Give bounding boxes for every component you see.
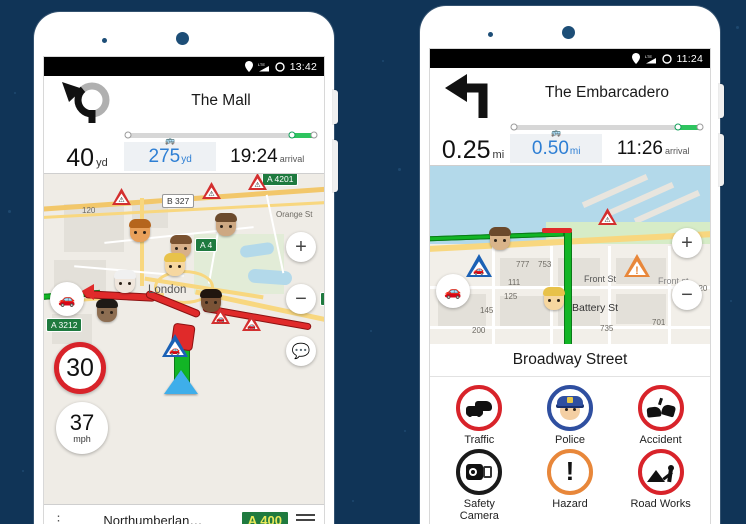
- progress-start-dot: [510, 123, 518, 131]
- screen-right: LTE 11:24 The Embarcadero 0.25 mi 🚌 0.50…: [429, 48, 711, 524]
- report-label-police: Police: [555, 434, 585, 447]
- zoom-in-button[interactable]: +: [672, 228, 702, 258]
- traffic-cars-icon[interactable]: 🚗: [50, 282, 84, 316]
- report-label-accident: Accident: [639, 434, 682, 447]
- road-works-icon: [637, 448, 684, 495]
- proximity-sensor-icon: [488, 32, 493, 37]
- status-bar-right: LTE 11:24: [430, 49, 710, 68]
- traffic-cars-icon: [456, 385, 503, 432]
- traffic-cars-icon[interactable]: 🚗: [436, 274, 470, 308]
- destination-street-left: The Mall: [191, 92, 251, 109]
- report-option-police[interactable]: Police: [525, 385, 616, 447]
- map-canvas-right[interactable]: 777 753 111 125 145 200 735 701 220 Fron…: [430, 166, 710, 345]
- signal-icon: LTE: [645, 54, 657, 64]
- report-option-accident[interactable]: Accident: [615, 385, 706, 447]
- zoom-out-button[interactable]: −: [286, 284, 316, 314]
- screen-left: LTE 13:42 The Mall 40 yd 🚌 275 yd 19:24 …: [43, 56, 325, 524]
- eta-right: 11:26 arrival: [616, 138, 690, 159]
- exclamation-icon: !: [546, 448, 593, 495]
- overflow-dots-icon[interactable]: ⋮: [52, 514, 65, 524]
- route-progress-left: [50, 128, 318, 142]
- status-bar-left: LTE 13:42: [44, 57, 324, 76]
- zoom-in-button[interactable]: +: [286, 232, 316, 262]
- report-option-hazard[interactable]: ! Hazard: [525, 448, 616, 523]
- report-options-grid: Traffic Police Accident Safety Camera ! …: [430, 377, 710, 524]
- proximity-sensor-icon: [102, 38, 107, 43]
- progress-end-dot: [310, 131, 318, 139]
- circle-icon: [661, 53, 672, 64]
- volume-button[interactable]: [333, 140, 338, 192]
- phone-device-left: LTE 13:42 The Mall 40 yd 🚌 275 yd 19:24 …: [34, 12, 338, 524]
- report-label-hazard: Hazard: [552, 497, 588, 510]
- police-officer-icon: [546, 385, 593, 432]
- report-label-road-works: Road Works: [630, 497, 691, 510]
- signal-icon: LTE: [258, 62, 270, 72]
- power-button[interactable]: [333, 90, 338, 124]
- progress-start-dot: [124, 131, 132, 139]
- report-label-safety-camera: Safety Camera: [459, 497, 499, 523]
- report-option-safety-camera[interactable]: Safety Camera: [434, 448, 525, 523]
- power-button[interactable]: [719, 84, 724, 118]
- progress-current-dot: [288, 131, 296, 139]
- nav-metrics-left: 40 yd 🚌 275 yd 19:24 arrival: [50, 136, 318, 172]
- nav-header-right: The Embarcadero 0.25 mi 🚌 0.50 mi 11:26 …: [430, 68, 710, 166]
- map-label-city: London: [148, 284, 187, 296]
- svg-text:LTE: LTE: [645, 54, 652, 59]
- front-camera-icon: [562, 26, 575, 39]
- status-time-left: 13:42: [289, 60, 317, 73]
- eta-left: 19:24 arrival: [230, 146, 305, 167]
- segment-distance-left: 🚌 275 yd: [124, 136, 217, 171]
- bus-icon: 🚌: [165, 136, 176, 145]
- vehicle-position-arrow: [164, 370, 198, 394]
- report-panel-title: Broadway Street: [430, 344, 710, 378]
- circle-icon: [275, 61, 285, 72]
- speed-limit-badge: 30: [54, 342, 106, 394]
- segment-distance-right: 🚌 0.50 mi: [510, 128, 603, 163]
- phone-device-right: LTE 11:24 The Embarcadero 0.25 mi 🚌 0.50…: [420, 6, 724, 524]
- zoom-out-button[interactable]: −: [672, 280, 702, 310]
- roundabout-left-exit-icon: [50, 80, 124, 128]
- next-turn-distance-right: 0.25 mi: [441, 136, 505, 164]
- volume-button[interactable]: [719, 134, 724, 186]
- report-option-road-works[interactable]: Road Works: [615, 448, 706, 523]
- nav-header-left: The Mall 40 yd 🚌 275 yd 19:24 arrival: [44, 76, 324, 174]
- bottom-bar-left: ⋮ Northumberlan… A 400: [44, 504, 324, 524]
- svg-text:LTE: LTE: [258, 62, 265, 67]
- location-pin-icon: [244, 61, 253, 72]
- current-street-left: Northumberlan…: [103, 512, 203, 524]
- report-option-traffic[interactable]: Traffic: [434, 385, 525, 447]
- current-road-shield-left: A 400: [240, 510, 289, 524]
- turn-left-icon: [436, 72, 510, 120]
- destination-street-right: The Embarcadero: [544, 84, 670, 101]
- front-camera-icon: [176, 32, 189, 45]
- hamburger-menu-icon[interactable]: [295, 512, 316, 524]
- speed-camera-icon: [456, 448, 503, 495]
- map-canvas-left[interactable]: London Orange St 120 B 327 A 4 A 4201 A …: [44, 174, 324, 504]
- report-label-traffic: Traffic: [464, 434, 495, 447]
- progress-current-dot: [674, 123, 682, 131]
- location-pin-icon: [631, 53, 640, 64]
- next-turn-distance-left: 40 yd: [66, 144, 108, 172]
- nav-metrics-right: 0.25 mi 🚌 0.50 mi 11:26 arrival: [436, 128, 704, 164]
- car-crash-icon: [637, 385, 684, 432]
- report-balloon-icon[interactable]: 💬: [286, 336, 316, 366]
- route-progress-right: [436, 120, 704, 134]
- status-time-right: 11:24: [676, 52, 703, 65]
- current-speed-badge: 37 mph: [56, 402, 108, 454]
- progress-end-dot: [696, 123, 704, 131]
- bus-icon: 🚌: [551, 128, 562, 137]
